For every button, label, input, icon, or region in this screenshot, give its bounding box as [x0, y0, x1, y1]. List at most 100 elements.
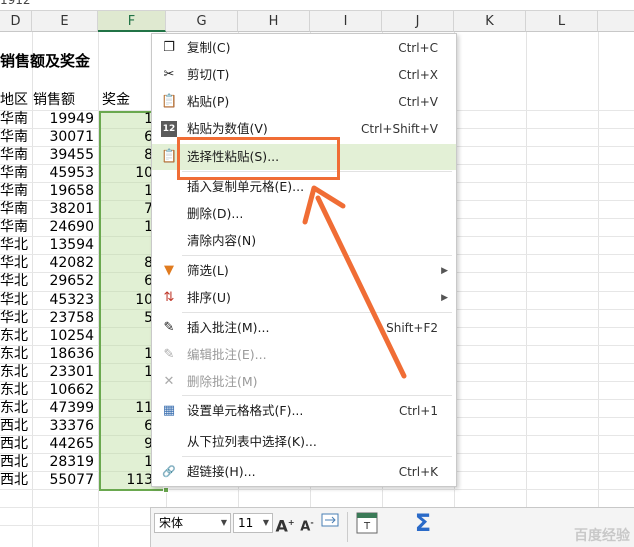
- submenu-arrow-icon: ▶: [441, 266, 448, 276]
- menu-item[interactable]: 从下拉列表中选择(K)...: [152, 429, 456, 455]
- sheet-title: 销售额及奖金: [0, 52, 91, 70]
- cell-region[interactable]: 西北: [0, 471, 32, 490]
- menu-item-shortcut: Ctrl+C: [398, 41, 438, 55]
- grow-font-icon: A: [275, 516, 288, 536]
- cell-region[interactable]: 华南: [0, 164, 32, 183]
- partial-cell-text: 1912: [0, 0, 31, 7]
- menu-item[interactable]: ✎ 编辑批注(E)...: [152, 342, 456, 368]
- edit-comment-icon: ✎: [163, 347, 175, 362]
- cell-sales[interactable]: 19658: [33, 182, 97, 201]
- column-header-i[interactable]: I: [310, 10, 382, 32]
- menu-item-label: 编辑批注(E)...: [187, 347, 267, 362]
- menu-item-label: 粘贴(P): [187, 94, 230, 109]
- cell-sales[interactable]: 18636: [33, 345, 97, 364]
- cell-sales[interactable]: 23758: [33, 309, 97, 328]
- cell-region[interactable]: 华北: [0, 236, 32, 255]
- insert-table-button[interactable]: T: [355, 512, 379, 534]
- cell-sales[interactable]: 33376: [33, 417, 97, 436]
- cell-sales[interactable]: 44265: [33, 435, 97, 454]
- menu-item[interactable]: ▦ 设置单元格格式(F)... Ctrl+1: [152, 398, 456, 424]
- insert-comment-icon: ✎: [163, 320, 175, 335]
- cell-region[interactable]: 华北: [0, 254, 32, 273]
- format-button[interactable]: [320, 512, 340, 534]
- shrink-font-icon: A: [300, 519, 311, 535]
- font-name-select[interactable]: 宋体 ▼: [154, 513, 231, 533]
- cell-sales[interactable]: 10662: [33, 381, 97, 400]
- shrink-font-button[interactable]: A-: [297, 512, 317, 534]
- menu-item[interactable]: ⇅ 排序(U) ▶: [152, 285, 456, 311]
- cell-region[interactable]: 华南: [0, 128, 32, 147]
- cell-region[interactable]: 华北: [0, 272, 32, 291]
- cell-region[interactable]: 西北: [0, 417, 32, 436]
- cell-region[interactable]: 东北: [0, 345, 32, 364]
- menu-item[interactable]: ✕ 删除批注(M): [152, 369, 456, 395]
- cell-sales[interactable]: 55077: [33, 471, 97, 490]
- header-cell-sales[interactable]: 销售额: [33, 91, 97, 110]
- cell-region[interactable]: 东北: [0, 381, 32, 400]
- cell-region[interactable]: 西北: [0, 435, 32, 454]
- cell-region[interactable]: 华南: [0, 146, 32, 165]
- menu-item-shortcut: Ctrl+1: [398, 404, 438, 418]
- cell-sales[interactable]: 13594: [33, 236, 97, 255]
- cell-sales[interactable]: 23301: [33, 363, 97, 382]
- column-header-g[interactable]: G: [166, 10, 238, 32]
- column-header-f[interactable]: F: [98, 10, 166, 32]
- cell-region[interactable]: 华北: [0, 291, 32, 310]
- column-header-e[interactable]: E: [32, 10, 98, 32]
- menu-separator: [182, 255, 452, 256]
- cell-region[interactable]: 西北: [0, 453, 32, 472]
- column-header-j[interactable]: J: [382, 10, 454, 32]
- grow-font-button[interactable]: A+: [275, 512, 295, 536]
- cell-sales[interactable]: 39455: [33, 146, 97, 165]
- menu-item[interactable]: 🔗 超链接(H)... Ctrl+K: [152, 459, 456, 485]
- merge-cells-icon: [321, 513, 339, 527]
- cell-region[interactable]: 华南: [0, 218, 32, 237]
- menu-item[interactable]: ✂ 剪切(T) Ctrl+X: [152, 62, 456, 88]
- cell-region[interactable]: 东北: [0, 399, 32, 418]
- chevron-down-icon: ▼: [220, 518, 227, 527]
- column-header-d[interactable]: D: [0, 10, 32, 32]
- cell-region[interactable]: 华北: [0, 309, 32, 328]
- cell-sales[interactable]: 45953: [33, 164, 97, 183]
- cell-sales[interactable]: 28319: [33, 453, 97, 472]
- cell-sales[interactable]: 30071: [33, 128, 97, 147]
- cell-sales[interactable]: 19949: [33, 110, 97, 129]
- delete-comment-icon: ✕: [163, 374, 175, 389]
- sort-icon: ⇅: [163, 290, 175, 305]
- cell-sales[interactable]: 10254: [33, 327, 97, 346]
- cell-sales[interactable]: 47399: [33, 399, 97, 418]
- column-header-k[interactable]: K: [454, 10, 526, 32]
- column-header-h[interactable]: H: [238, 10, 310, 32]
- menu-item-shortcut: Ctrl+K: [398, 465, 438, 479]
- cell-sales[interactable]: 42082: [33, 254, 97, 273]
- menu-item[interactable]: 📋 粘贴(P) Ctrl+V: [152, 89, 456, 115]
- menu-item[interactable]: ✎ 插入批注(M)... Shift+F2: [152, 315, 456, 341]
- font-size-value: 11: [238, 516, 254, 530]
- menu-item[interactable]: 删除(D)...: [152, 201, 456, 227]
- font-size-select[interactable]: 11 ▼: [233, 513, 273, 533]
- menu-item-label: 清除内容(N): [187, 233, 257, 248]
- menu-item-shortcut: Ctrl+V: [398, 95, 438, 109]
- cell-region[interactable]: 华南: [0, 110, 32, 129]
- autosum-button[interactable]: Σ: [411, 511, 435, 535]
- menu-item-shortcut: Ctrl+X: [398, 68, 438, 82]
- cell-sales[interactable]: 45323: [33, 291, 97, 310]
- copy-icon: ❐: [163, 40, 175, 55]
- annotation-highlight-box: [177, 137, 340, 180]
- cell-region[interactable]: 东北: [0, 327, 32, 346]
- menu-item[interactable]: ▼ 筛选(L) ▶: [152, 258, 456, 284]
- watermark: 百度经验: [574, 528, 630, 544]
- chevron-down-icon: ▼: [262, 518, 269, 527]
- menu-item[interactable]: 清除内容(N): [152, 228, 456, 254]
- cell-region[interactable]: 华南: [0, 200, 32, 219]
- column-header-l[interactable]: L: [526, 10, 598, 32]
- cell-sales[interactable]: 29652: [33, 272, 97, 291]
- cell-sales[interactable]: 38201: [33, 200, 97, 219]
- menu-item[interactable]: ❐ 复制(C) Ctrl+C: [152, 35, 456, 61]
- header-cell-region[interactable]: 地区: [0, 91, 32, 110]
- cut-icon: ✂: [163, 67, 175, 82]
- cell-region[interactable]: 华南: [0, 182, 32, 201]
- cell-region[interactable]: 东北: [0, 363, 32, 382]
- column-header-m[interactable]: [598, 10, 634, 32]
- cell-sales[interactable]: 24690: [33, 218, 97, 237]
